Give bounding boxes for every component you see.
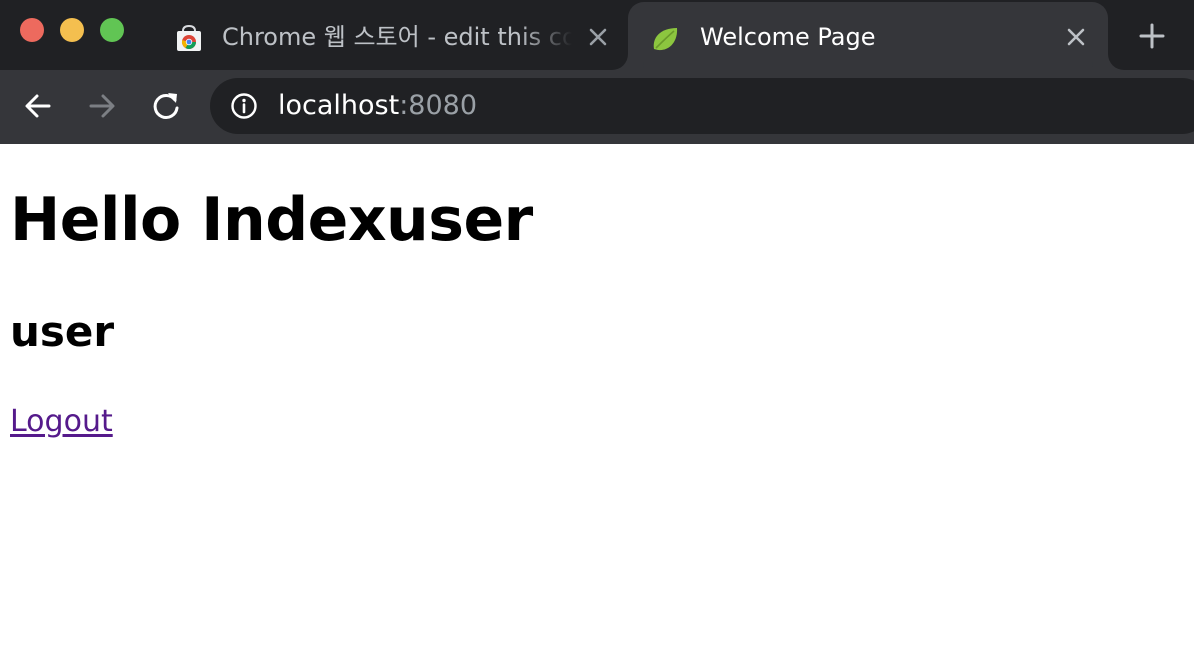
url-port: :8080 — [399, 90, 478, 121]
window-maximize-button[interactable] — [100, 18, 124, 42]
forward-arrow-icon[interactable] — [84, 88, 120, 124]
browser-window: Chrome 웹 스토어 - edit this cookie Welcome … — [0, 0, 1194, 670]
page-subheading: user — [10, 307, 115, 356]
close-icon[interactable] — [1063, 24, 1089, 50]
page-heading: Hello Indexuser — [10, 185, 533, 255]
url-text[interactable]: localhost:8080 — [278, 90, 477, 122]
tab-title: Chrome 웹 스토어 - edit this cookie — [222, 23, 572, 51]
new-tab-plus-icon[interactable] — [1136, 20, 1168, 52]
logout-link[interactable]: Logout — [10, 402, 113, 442]
tab-title: Welcome Page — [700, 23, 876, 51]
close-icon[interactable] — [585, 24, 611, 50]
info-icon[interactable] — [230, 92, 258, 120]
url-host: localhost — [278, 90, 400, 121]
window-close-button[interactable] — [20, 18, 44, 42]
window-minimize-button[interactable] — [60, 18, 84, 42]
reload-icon[interactable] — [148, 88, 184, 124]
page-content: Hello Indexuser user Logout — [0, 144, 1194, 670]
chrome-web-store-icon — [177, 24, 201, 51]
address-bar[interactable]: localhost:8080 — [210, 78, 1194, 134]
tab-chrome-web-store[interactable]: Chrome 웹 스토어 - edit this cookie — [160, 2, 624, 70]
browser-toolbar: localhost:8080 — [0, 70, 1194, 144]
tab-welcome-page[interactable]: Welcome Page — [628, 2, 1108, 70]
spring-leaf-icon — [653, 28, 678, 51]
back-arrow-icon[interactable] — [20, 88, 56, 124]
tab-strip: Chrome 웹 스토어 - edit this cookie Welcome … — [0, 0, 1194, 70]
